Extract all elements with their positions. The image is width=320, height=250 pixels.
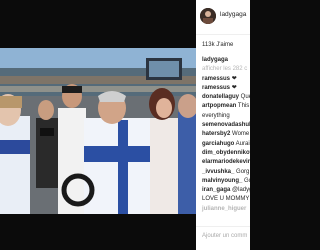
comment-text: @ladyg: [232, 187, 250, 194]
post-side-panel: ladygaga 113k J'aime ladygaga afficher le…: [196, 0, 250, 250]
post-photo[interactable]: [0, 48, 196, 214]
comment-username[interactable]: hatersby2: [202, 131, 230, 137]
comment-row: _ivvushka_ Gorg: [202, 168, 250, 177]
comment-row: elarmariodekevir: [202, 158, 250, 167]
add-comment-input[interactable]: Ajouter un comm: [202, 233, 247, 239]
comment-row: ramessus ❤: [202, 75, 250, 84]
comment-row: donatellaguy Quel: [202, 93, 250, 102]
comment-footer: Ajouter un comm: [196, 226, 250, 250]
comment-row: everything: [202, 112, 250, 121]
comment-text: afficher les 282 c: [202, 66, 248, 73]
comment-text: LOVE U MOMMY: [202, 196, 250, 203]
comment-text: ❤: [230, 84, 237, 91]
comment-username[interactable]: iran_gaga: [202, 187, 230, 193]
post-header: ladygaga: [196, 0, 250, 35]
avatar[interactable]: [200, 8, 216, 24]
comment-username[interactable]: ladygaga: [202, 57, 228, 63]
comment-row: iran_gaga @ladyg: [202, 186, 250, 195]
comment-username[interactable]: julianne_higuer: [202, 206, 246, 212]
like-count[interactable]: 113k J'aime: [202, 42, 233, 48]
comment-row: dim_obydennikov: [202, 149, 250, 158]
post-modal: ladygaga 113k J'aime ladygaga afficher le…: [0, 0, 250, 250]
comment-text: Wome: [230, 131, 250, 138]
comment-username[interactable]: _ivvushka_: [202, 169, 234, 175]
comment-row: artpopmean This i: [202, 102, 250, 111]
comment-row: malvinyoung_ Go: [202, 177, 250, 186]
comment-username[interactable]: garciahugo: [202, 141, 234, 147]
comment-row: LOVE U MOMMY: [202, 195, 250, 204]
comment-text: Quel: [240, 94, 250, 101]
comment-text: ❤: [230, 75, 237, 82]
comment-row: julianne_higuer: [202, 205, 250, 214]
comment-username[interactable]: ramessus: [202, 85, 230, 91]
comment-username[interactable]: dim_obydennikov: [202, 150, 250, 156]
comment-row: semenovadashul: [202, 121, 250, 130]
comment-username[interactable]: ramessus: [202, 76, 230, 82]
comment-username[interactable]: elarmariodekevir: [202, 159, 250, 165]
comment-text: everything: [202, 112, 230, 119]
race-track-photo: [0, 48, 196, 214]
comment-username[interactable]: semenovadashul: [202, 122, 250, 128]
comment-row: ladygaga: [202, 56, 250, 65]
comment-username[interactable]: donatellaguy: [202, 94, 239, 100]
comment-text: Gorg: [234, 168, 250, 175]
comments-list: ladygaga afficher les 282 c ramessus ❤ rame…: [202, 56, 250, 214]
comment-row: hatersby2 Wome: [202, 130, 250, 139]
comment-text: Go: [244, 177, 250, 184]
comment-text: Aurai: [234, 140, 250, 147]
comment-row: garciahugo Aurai: [202, 140, 250, 149]
post-username[interactable]: ladygaga: [220, 11, 246, 18]
comment-row: afficher les 282 c: [202, 65, 250, 74]
comment-text: This i: [237, 103, 250, 110]
comment-username[interactable]: artpopmean: [202, 103, 236, 109]
comment-username[interactable]: malvinyoung_: [202, 178, 242, 184]
comment-row: ramessus ❤: [202, 84, 250, 93]
